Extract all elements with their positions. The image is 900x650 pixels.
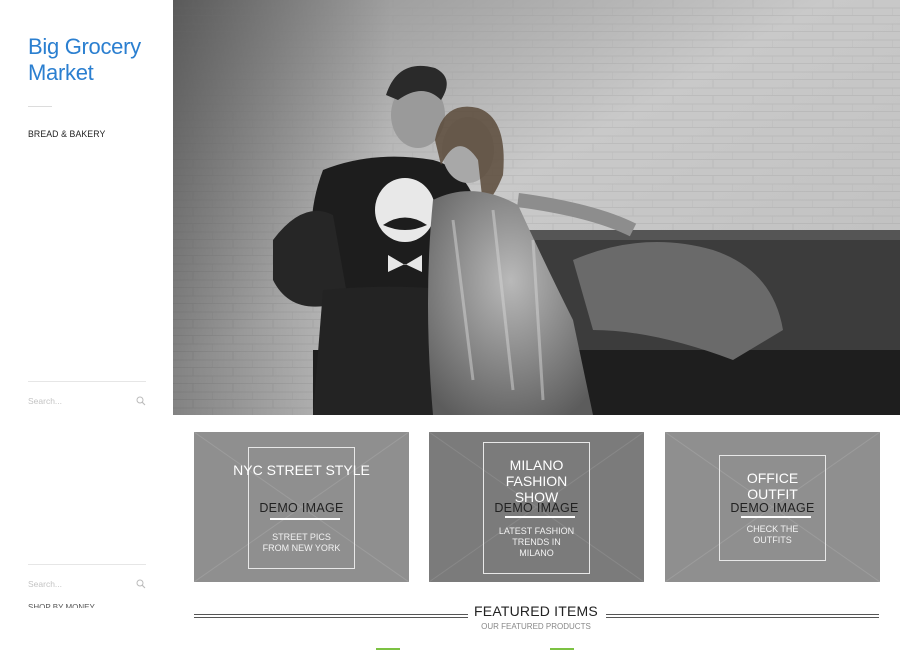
promo-divider	[741, 516, 811, 518]
featured-divider-right	[606, 614, 879, 618]
search-box	[28, 381, 146, 406]
featured-title: FEATURED ITEMS	[474, 603, 598, 619]
clipped-menu-text: SHOP BY MONEY	[28, 604, 95, 608]
hero-photo	[173, 0, 900, 415]
featured-subtitle: OUR FEATURED PRODUCTS	[481, 622, 591, 631]
promo-milano-fashion-show[interactable]: MILANO FASHION SHOW DEMO IMAGE LATEST FA…	[429, 432, 644, 582]
hero-banner[interactable]	[173, 0, 900, 415]
promo-subtext: STREET PICS FROM NEW YORK	[262, 532, 341, 553]
promo-headline: MILANO FASHION SHOW	[505, 457, 568, 505]
sidebar: Big Grocery Market BREAD & BAKERY SHOP B…	[0, 0, 173, 650]
search-icon[interactable]	[136, 579, 146, 589]
demo-image-label: DEMO IMAGE	[494, 501, 579, 515]
site-title[interactable]: Big Grocery Market	[28, 34, 158, 86]
search-icon[interactable]	[136, 396, 146, 406]
promo-headline: OFFICE OUTFIT	[746, 470, 799, 502]
title-divider	[28, 106, 52, 107]
featured-divider-left	[194, 614, 468, 618]
search-input-secondary[interactable]	[28, 579, 128, 589]
promo-subtext: CHECK THE OUTFITS	[746, 524, 799, 545]
demo-image-label: DEMO IMAGE	[730, 501, 815, 515]
promo-divider	[270, 518, 340, 520]
promo-office-outfit[interactable]: OFFICE OUTFIT DEMO IMAGE CHECK THE OUTFI…	[665, 432, 880, 582]
promo-nyc-street-style[interactable]: NYC STREET STYLE DEMO IMAGE STREET PICS …	[194, 432, 409, 582]
promo-headline: NYC STREET STYLE	[233, 462, 370, 478]
promo-subtext: LATEST FASHION TRENDS IN MILANO	[498, 526, 575, 558]
category-link-bread-bakery[interactable]: BREAD & BAKERY	[28, 129, 105, 140]
promo-divider	[505, 516, 575, 518]
demo-image-label: DEMO IMAGE	[259, 501, 344, 515]
search-box-secondary	[28, 564, 146, 589]
search-input[interactable]	[28, 396, 128, 406]
